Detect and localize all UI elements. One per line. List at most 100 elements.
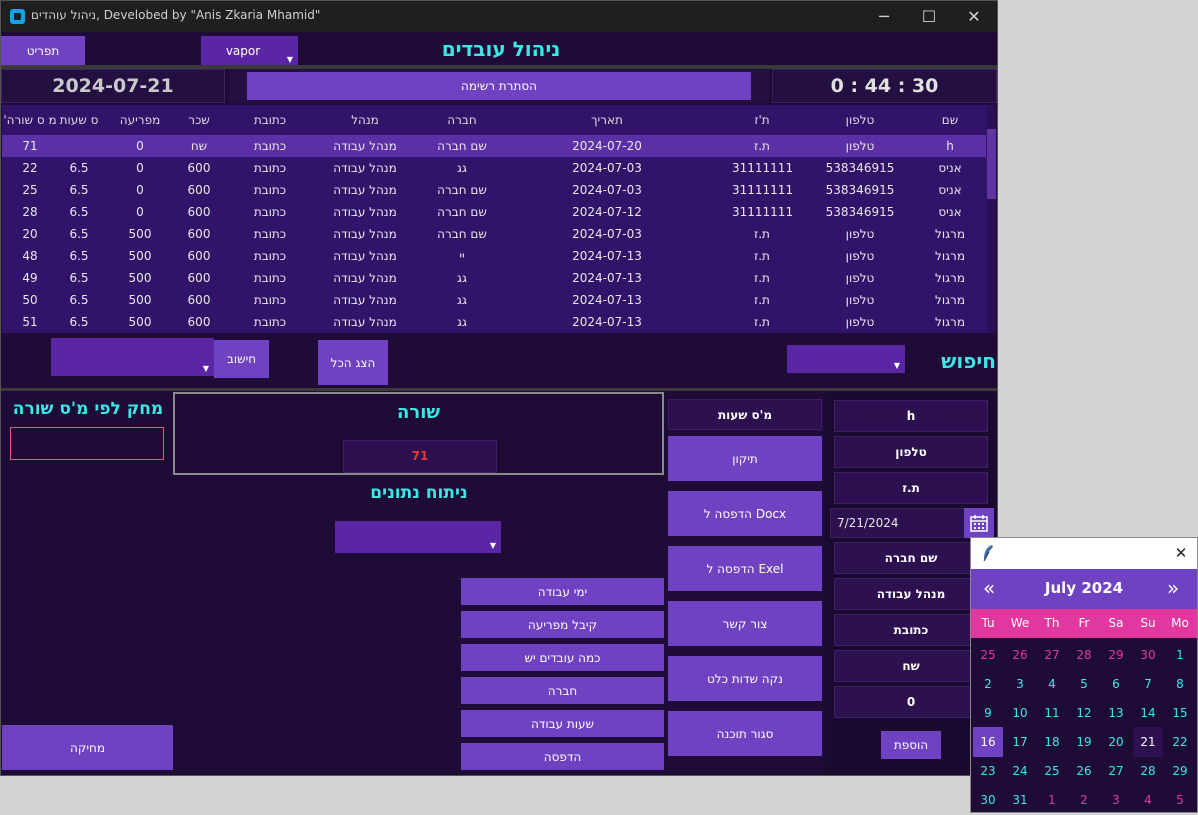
calendar-day[interactable]: 20 <box>1101 727 1131 757</box>
next-month-button[interactable]: » <box>1167 576 1187 600</box>
close-button[interactable]: ✕ <box>951 1 997 32</box>
calendar-day[interactable]: 26 <box>1069 756 1099 786</box>
clear-fields-button[interactable]: נקה שדות כלט <box>668 656 822 701</box>
hours-field[interactable]: מ'ס שעות <box>668 399 822 430</box>
date-field[interactable]: 7/21/2024 <box>830 508 965 538</box>
delete-button[interactable]: מחיקה <box>2 725 173 770</box>
bonus-field[interactable]: 0 <box>834 686 988 718</box>
calendar-day[interactable]: 12 <box>1069 698 1099 728</box>
exit-button[interactable]: סגור תוכנה <box>668 711 822 756</box>
company-field[interactable]: שם חברה <box>834 542 988 574</box>
theme-select[interactable]: vapor ▼ <box>201 36 298 67</box>
table-row[interactable]: מרגול טלפון ת.ז 2024-07-13 גג מנהל עבודה כתובת… <box>2 267 986 289</box>
calendar-day[interactable]: 19 <box>1069 727 1099 757</box>
calendar-day[interactable]: 8 <box>1165 669 1195 699</box>
received-bonus-button[interactable]: קיבל מפריעה <box>461 611 664 638</box>
company-button[interactable]: חברה <box>461 677 664 704</box>
calendar-day[interactable]: 9 <box>973 698 1003 728</box>
table-row[interactable]: מרגול טלפון ת.ז 2024-07-13 גג מנהל עבודה כתובת… <box>2 311 986 333</box>
phone-field[interactable]: טלפון <box>834 436 988 468</box>
calendar-day[interactable]: 30 <box>1133 640 1163 670</box>
manager-field[interactable]: מנהל עבודה <box>834 578 988 610</box>
fix-button[interactable]: תיקון <box>668 436 822 481</box>
calendar-day[interactable]: 18 <box>1037 727 1067 757</box>
calendar-day[interactable]: 28 <box>1133 756 1163 786</box>
calendar-day[interactable]: 5 <box>1069 669 1099 699</box>
calendar-day[interactable]: 29 <box>1165 756 1195 786</box>
delete-row-input[interactable] <box>10 427 164 460</box>
column-header[interactable]: מנהל <box>318 105 412 135</box>
calendar-day[interactable]: 5 <box>1165 785 1195 815</box>
calendar-day[interactable]: 16 <box>973 727 1003 757</box>
table-row[interactable]: מרגול טלפון ת.ז 2024-07-13 יי מנהל עבודה כתובת… <box>2 245 986 267</box>
work-hours-button[interactable]: שעות עבודה <box>461 710 664 737</box>
calendar-day[interactable]: 13 <box>1101 698 1131 728</box>
hide-list-button[interactable]: הסתרת רשימה <box>247 72 751 100</box>
calendar-day[interactable]: 1 <box>1037 785 1067 815</box>
calendar-day[interactable]: 4 <box>1133 785 1163 815</box>
employee-count-button[interactable]: כמה עובדים יש <box>461 644 664 671</box>
column-header[interactable]: שם <box>926 105 974 135</box>
calendar-day[interactable]: 11 <box>1037 698 1067 728</box>
calendar-day[interactable]: 23 <box>973 756 1003 786</box>
table-row[interactable]: אניס 538346915 31111111 2024-07-03 גג מנהל עב… <box>2 157 986 179</box>
calendar-day[interactable]: 27 <box>1037 640 1067 670</box>
name-field[interactable]: h <box>834 400 988 432</box>
workdays-button[interactable]: ימי עבודה <box>461 578 664 605</box>
calendar-day[interactable]: 28 <box>1069 640 1099 670</box>
calendar-day[interactable]: 3 <box>1005 669 1035 699</box>
maximize-button[interactable]: ☐ <box>906 1 952 32</box>
calendar-day[interactable]: 31 <box>1005 785 1035 815</box>
calc-select[interactable]: ▼ <box>51 338 214 376</box>
column-header[interactable]: כתובת <box>240 105 300 135</box>
print-excel-button[interactable]: הדפסה ל Exel <box>668 546 822 591</box>
salary-field[interactable]: שח <box>834 650 988 682</box>
calendar-day[interactable]: 1 <box>1165 640 1195 670</box>
calendar-day[interactable]: 29 <box>1101 640 1131 670</box>
calendar-day[interactable]: 4 <box>1037 669 1067 699</box>
calc-button[interactable]: חישוב <box>214 340 269 378</box>
calendar-day[interactable]: 25 <box>1037 756 1067 786</box>
calendar-day[interactable]: 15 <box>1165 698 1195 728</box>
table-row[interactable]: מרגול טלפון ת.ז 2024-07-13 גג מנהל עבודה כתובת… <box>2 289 986 311</box>
calendar-day[interactable]: 14 <box>1133 698 1163 728</box>
table-row[interactable]: אניס 538346915 31111111 2024-07-12 שם חברה מנ… <box>2 201 986 223</box>
column-header[interactable]: 'מ ס שורה <box>2 105 58 135</box>
calendar-day[interactable]: 30 <box>973 785 1003 815</box>
scrollbar-thumb[interactable] <box>987 129 996 199</box>
column-header[interactable]: שכר <box>174 105 224 135</box>
prev-month-button[interactable]: « <box>983 576 1003 600</box>
table-row[interactable]: אניס 538346915 31111111 2024-07-03 שם חברה מנ… <box>2 179 986 201</box>
address-field[interactable]: כתובת <box>834 614 988 646</box>
id-field[interactable]: ת.ז <box>834 472 988 504</box>
table-row[interactable]: h טלפון ת.ז 2024-07-20 שם חברה מנהל עבודה כתוב… <box>2 135 986 157</box>
print-button[interactable]: הדפסה <box>461 743 664 770</box>
calendar-day[interactable]: 25 <box>973 640 1003 670</box>
print-docx-button[interactable]: הדפסה ל Docx <box>668 491 822 536</box>
calendar-day[interactable]: 26 <box>1005 640 1035 670</box>
calendar-day[interactable]: 2 <box>973 669 1003 699</box>
calendar-day[interactable]: 3 <box>1101 785 1131 815</box>
add-button[interactable]: הוספת <box>881 731 941 759</box>
contact-button[interactable]: צור קשר <box>668 601 822 646</box>
calendar-close-button[interactable]: ✕ <box>1171 543 1191 563</box>
menu-button[interactable]: תפריט <box>1 36 85 65</box>
column-header[interactable]: חברה <box>422 105 502 135</box>
calendar-day[interactable]: 27 <box>1101 756 1131 786</box>
show-all-button[interactable]: הצג הכל <box>318 340 388 385</box>
column-header[interactable]: ס שעות <box>50 105 108 135</box>
calendar-day[interactable]: 10 <box>1005 698 1035 728</box>
calendar-day[interactable]: 21 <box>1133 727 1163 757</box>
calendar-day[interactable]: 2 <box>1069 785 1099 815</box>
column-header[interactable]: תאריך <box>567 105 647 135</box>
calendar-day[interactable]: 7 <box>1133 669 1163 699</box>
analysis-select[interactable]: ▼ <box>335 521 501 553</box>
row-number-field[interactable]: 71 <box>343 440 497 473</box>
column-header[interactable]: מפריעה <box>110 105 170 135</box>
calendar-button[interactable] <box>964 508 994 538</box>
minimize-button[interactable]: ─ <box>861 1 907 32</box>
search-select[interactable]: ▼ <box>787 345 905 373</box>
column-header[interactable]: ת'ז <box>732 105 792 135</box>
calendar-day[interactable]: 24 <box>1005 756 1035 786</box>
table-row[interactable]: מרגול טלפון ת.ז 2024-07-03 שם חברה מנהל עבודה… <box>2 223 986 245</box>
